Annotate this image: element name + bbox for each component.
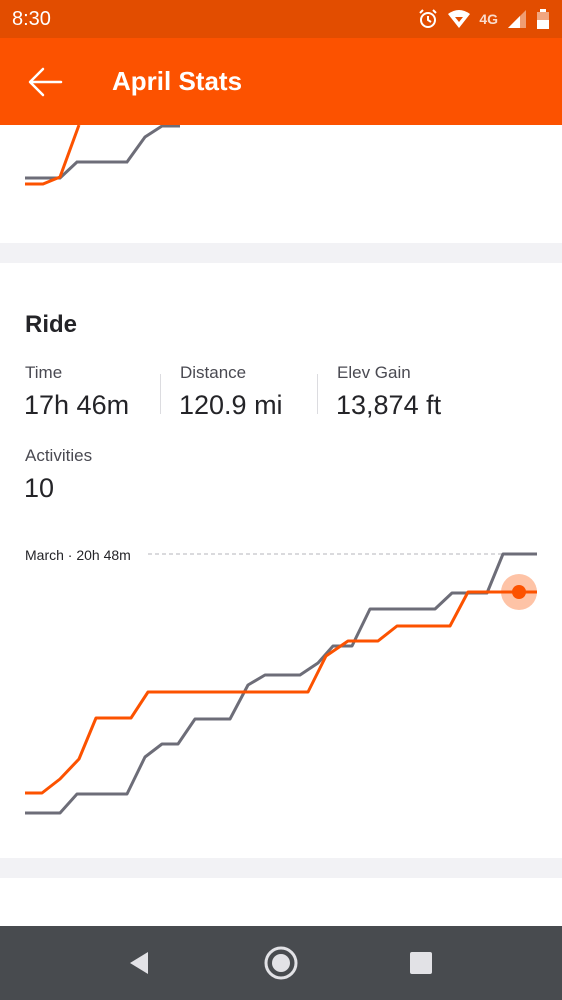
network-label: 4G <box>479 11 498 27</box>
previous-chart-line-current-month <box>25 125 81 186</box>
chart-line-current-month <box>25 590 537 795</box>
stat-divider <box>160 374 161 414</box>
previous-cumulative-chart <box>25 125 180 186</box>
home-circle-icon <box>264 946 298 980</box>
back-button[interactable] <box>0 38 90 125</box>
system-nav-bar <box>0 926 562 1000</box>
ride-section-title: Ride <box>25 311 78 338</box>
nav-recents-button[interactable] <box>381 926 461 1000</box>
previous-stats-card <box>0 125 562 243</box>
alarm-icon <box>419 9 438 28</box>
status-bar: 8:30 4G <box>0 0 562 38</box>
status-icons: 4G <box>417 8 550 30</box>
app-toolbar: April Stats <box>0 38 562 125</box>
back-arrow-icon <box>28 67 63 96</box>
current-point-marker <box>512 585 526 599</box>
signal-icon <box>508 10 526 28</box>
next-stats-card <box>0 878 562 926</box>
activities-label: Activities <box>25 446 93 465</box>
distance-label: Distance <box>180 363 247 382</box>
chart-line-prev-month <box>25 552 537 815</box>
stat-divider <box>317 374 318 414</box>
time-label: Time <box>25 363 63 382</box>
status-time: 8:30 <box>12 7 51 30</box>
nav-home-button[interactable] <box>241 926 321 1000</box>
elev-gain-label: Elev Gain <box>337 363 411 382</box>
activities-value: 10 <box>24 473 55 503</box>
ride-cumulative-chart <box>25 552 537 815</box>
back-triangle-icon <box>130 952 148 974</box>
ride-stats-card: Ride Time 17h 46m Distance 120.9 mi Elev… <box>0 263 562 858</box>
elev-gain-value: 13,874 ft <box>336 390 442 420</box>
nav-back-button[interactable] <box>99 926 179 1000</box>
previous-chart-line-prev-month <box>25 125 180 180</box>
recents-square-icon <box>410 952 432 974</box>
distance-value: 120.9 mi <box>179 390 283 420</box>
time-value: 17h 46m <box>24 390 130 420</box>
page-title: April Stats <box>112 66 243 96</box>
wifi-icon <box>448 10 471 28</box>
battery-icon <box>537 9 549 29</box>
